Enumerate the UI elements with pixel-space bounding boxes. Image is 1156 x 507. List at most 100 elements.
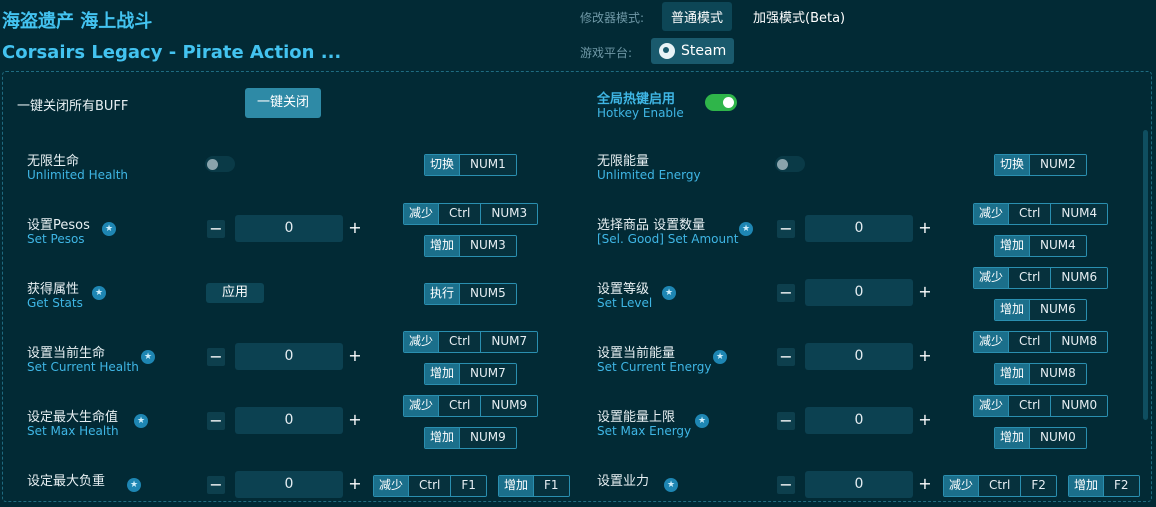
set-max-health-dec-hotkey[interactable]: 减少 Ctrl NUM9 (403, 395, 539, 417)
unlimited-health-toggle[interactable] (205, 156, 235, 172)
set-max-energy-input[interactable]: 0 (805, 407, 913, 434)
hotkey-key: F1 (533, 476, 569, 496)
unlimited-energy-toggle[interactable] (775, 156, 805, 172)
set-karma-label-cn: 设置业力 (597, 474, 650, 489)
unlimited-energy-hotkey[interactable]: 切换 NUM2 (994, 154, 1087, 176)
hotkey-action: 减少 (374, 476, 409, 496)
hotkey-action: 减少 (404, 332, 439, 352)
mode-label: 修改器模式: (580, 11, 645, 25)
hotkey-key: F2 (1020, 476, 1056, 496)
hotkey-enable-toggle[interactable] (705, 94, 737, 111)
hotkey-key: NUM6 (1029, 300, 1086, 320)
star-icon: ★ (127, 478, 141, 492)
star-icon: ★ (713, 350, 727, 364)
hotkey-action: 增加 (995, 300, 1030, 320)
set-current-energy-label-en: Set Current Energy (597, 360, 712, 374)
set-current-energy-minus-button[interactable]: − (777, 348, 795, 366)
set-pesos-input[interactable]: 0 (235, 215, 343, 242)
set-current-energy-dec-hotkey[interactable]: 减少 Ctrl NUM8 (973, 331, 1109, 353)
set-current-health-inc-hotkey[interactable]: 增加 NUM7 (424, 363, 517, 385)
set-amount-inc-hotkey[interactable]: 增加 NUM4 (994, 235, 1087, 257)
set-current-health-label-cn: 设置当前生命 (27, 346, 106, 361)
set-pesos-inc-hotkey[interactable]: 增加 NUM3 (424, 235, 517, 257)
set-max-energy-label-en: Set Max Energy (597, 424, 692, 438)
hotkey-key: NUM7 (459, 364, 516, 384)
set-level-input[interactable]: 0 (805, 279, 913, 306)
set-amount-minus-button[interactable]: − (777, 220, 795, 238)
hotkey-modifier: Ctrl (1008, 396, 1051, 416)
hotkey-modifier: Ctrl (1008, 204, 1051, 224)
set-pesos-minus-button[interactable]: − (207, 220, 225, 238)
close-all-button[interactable]: 一键关闭 (245, 88, 321, 118)
hotkey-action: 增加 (499, 476, 534, 496)
platform-label: 游戏平台: (580, 46, 633, 60)
set-level-minus-button[interactable]: − (777, 284, 795, 302)
hotkey-modifier: Ctrl (408, 476, 451, 496)
set-max-health-minus-button[interactable]: − (207, 412, 225, 430)
steam-platform-button[interactable]: Steam (651, 38, 735, 64)
set-max-energy-minus-button[interactable]: − (777, 412, 795, 430)
set-current-health-minus-button[interactable]: − (207, 348, 225, 366)
hotkey-key: NUM9 (459, 428, 516, 448)
set-pesos-dec-hotkey[interactable]: 减少 Ctrl NUM3 (403, 203, 539, 225)
set-current-energy-inc-hotkey[interactable]: 增加 NUM8 (994, 363, 1087, 385)
set-amount-input[interactable]: 0 (805, 215, 913, 242)
set-current-energy-label-cn: 设置当前能量 (597, 346, 676, 361)
star-icon: ★ (664, 478, 678, 492)
set-max-energy-label-cn: 设置能量上限 (597, 410, 676, 425)
hotkey-action: 减少 (974, 204, 1009, 224)
set-level-inc-hotkey[interactable]: 增加 NUM6 (994, 299, 1087, 321)
scrollbar[interactable] (1143, 130, 1148, 420)
set-max-energy-plus-button[interactable]: + (916, 411, 934, 429)
set-max-energy-dec-hotkey[interactable]: 减少 Ctrl NUM0 (973, 395, 1109, 417)
close-all-label: 一键关闭所有BUFF (17, 99, 129, 114)
set-max-health-label-en: Set Max Health (27, 424, 119, 438)
star-icon: ★ (134, 414, 148, 428)
set-max-weight-plus-button[interactable]: + (346, 475, 364, 493)
mode-enhanced-button[interactable]: 加强模式(Beta) (744, 2, 854, 31)
set-max-health-plus-button[interactable]: + (346, 411, 364, 429)
set-karma-inc-hotkey[interactable]: 增加 F2 (1068, 475, 1140, 497)
hotkey-modifier: Ctrl (438, 204, 481, 224)
set-max-health-label-cn: 设定最大生命值 (27, 410, 119, 425)
hotkey-key: NUM5 (459, 284, 516, 304)
set-amount-plus-button[interactable]: + (916, 219, 934, 237)
hotkey-key: NUM8 (1029, 364, 1086, 384)
set-max-weight-input[interactable]: 0 (235, 471, 343, 498)
mode-normal-button[interactable]: 普通模式 (662, 2, 733, 31)
set-current-energy-input[interactable]: 0 (805, 343, 913, 370)
set-max-weight-inc-hotkey[interactable]: 增加 F1 (498, 475, 570, 497)
get-stats-hotkey[interactable]: 执行 NUM5 (424, 283, 517, 305)
set-karma-minus-button[interactable]: − (777, 476, 795, 494)
hotkey-enable-label-cn: 全局热键启用 (597, 92, 676, 107)
get-stats-apply-button[interactable]: 应用 (206, 283, 264, 303)
star-icon: ★ (141, 350, 155, 364)
set-karma-dec-hotkey[interactable]: 减少 Ctrl F2 (943, 475, 1057, 497)
set-karma-input[interactable]: 0 (805, 471, 913, 498)
set-max-weight-minus-button[interactable]: − (207, 476, 225, 494)
hotkey-action: 增加 (1069, 476, 1104, 496)
set-max-weight-label-cn: 设定最大负重 (27, 474, 106, 489)
hotkey-key: NUM3 (480, 204, 538, 224)
set-current-health-input[interactable]: 0 (235, 343, 343, 370)
app-title-en: Corsairs Legacy - Pirate Action ... (2, 42, 342, 63)
hotkey-key: F1 (450, 476, 486, 496)
set-pesos-plus-button[interactable]: + (346, 219, 364, 237)
set-current-health-dec-hotkey[interactable]: 减少 Ctrl NUM7 (403, 331, 539, 353)
set-level-plus-button[interactable]: + (916, 283, 934, 301)
hotkey-modifier: Ctrl (438, 396, 481, 416)
unlimited-health-label-en: Unlimited Health (27, 168, 129, 182)
set-max-health-input[interactable]: 0 (235, 407, 343, 434)
set-current-energy-plus-button[interactable]: + (916, 347, 934, 365)
steam-label: Steam (681, 43, 727, 59)
set-max-energy-inc-hotkey[interactable]: 增加 NUM0 (994, 427, 1087, 449)
set-level-dec-hotkey[interactable]: 减少 Ctrl NUM6 (973, 267, 1109, 289)
set-max-health-inc-hotkey[interactable]: 增加 NUM9 (424, 427, 517, 449)
unlimited-health-hotkey[interactable]: 切换 NUM1 (424, 154, 517, 176)
unlimited-health-label-cn: 无限生命 (27, 154, 80, 169)
set-amount-dec-hotkey[interactable]: 减少 Ctrl NUM4 (973, 203, 1109, 225)
set-current-health-plus-button[interactable]: + (346, 347, 364, 365)
set-max-weight-dec-hotkey[interactable]: 减少 Ctrl F1 (373, 475, 487, 497)
hotkey-key: NUM9 (480, 396, 538, 416)
set-karma-plus-button[interactable]: + (916, 475, 934, 493)
